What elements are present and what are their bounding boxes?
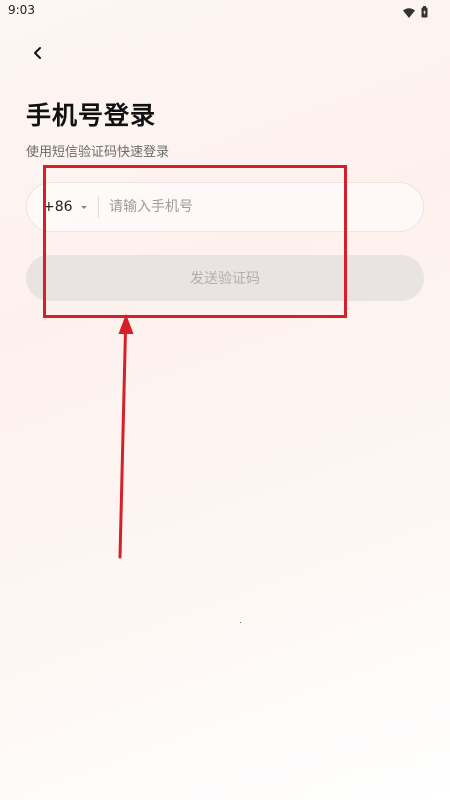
chevron-left-icon (32, 45, 44, 64)
send-code-button[interactable]: 发送验证码 (26, 255, 424, 301)
status-time: 9:03 (8, 3, 35, 17)
field-divider (98, 196, 99, 218)
wifi-icon (403, 3, 415, 22)
battery-icon (421, 3, 428, 22)
phone-input[interactable] (109, 183, 409, 231)
page-title: 手机号登录 (26, 101, 157, 130)
status-icons (403, 3, 428, 22)
page-subtitle: 使用短信验证码快速登录 (26, 145, 170, 160)
phone-field: +86 (26, 182, 424, 232)
back-button[interactable] (26, 42, 50, 66)
country-code-selector[interactable]: +86 (43, 183, 87, 231)
caret-down-icon (80, 205, 87, 209)
dot-mark (240, 622, 241, 623)
status-bar: 9:03 (0, 0, 450, 22)
country-code-label: +86 (43, 199, 73, 215)
